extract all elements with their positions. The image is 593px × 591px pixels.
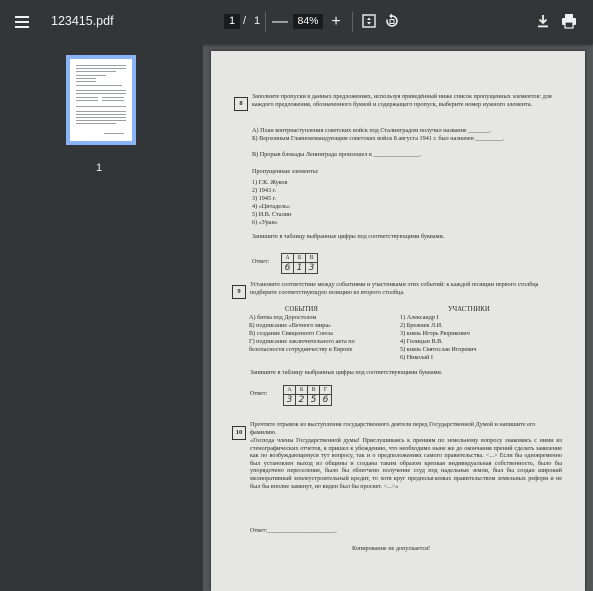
q8-answer-table: А Б В 6 1 3 [281,253,318,274]
file-name: 123415.pdf [51,14,114,28]
q10-answer-line: Ответ:______________________. [250,527,337,534]
q8-item: 2) 1943 г. [252,187,277,194]
answer-header: А [283,385,296,395]
page-separator: / [243,15,247,27]
q9-event: Б) подписание «Вечного мира» [249,322,332,329]
question-8-number: 8 [234,97,248,111]
zoom-input[interactable]: 84% [293,14,323,29]
participants-column-title: УЧАСТНИКИ [448,306,490,313]
question-10-prompt: Прочтите отрывок из выступления государс… [250,421,536,436]
answer-value: 1 [293,262,306,274]
document-viewer: 8 Заполните пропуски в данных предложени… [203,44,593,591]
menu-icon[interactable] [12,12,32,32]
q9-answer-table: А Б В Г 3 2 5 6 [283,385,332,406]
print-icon[interactable] [560,13,578,29]
answer-header: В [307,385,320,395]
q9-instruction: Запишите в таблицу выбранные цифры под с… [250,369,443,376]
zoom-in-button[interactable]: + [328,12,344,32]
current-page-input[interactable]: 1 [224,14,240,29]
q8-sentence-a: А) План контрнаступления советских войск… [252,127,492,134]
answer-header: Г [319,385,332,395]
q8-sentence-b: Б) Верховным Главнокомандующим советских… [252,135,505,142]
q9-participant: 4) Голицын В.В. [400,338,443,345]
q9-participant: 2) Брежнев Л.И. [400,322,443,329]
q8-item: 6) «Уран» [252,219,278,226]
q9-participant: 5) князь Святослав Игоревич [400,346,477,353]
rotate-icon[interactable] [384,13,400,29]
q8-item: 4) «Цитадель» [252,203,290,210]
q9-event: А) битва под Доростолом [249,314,317,321]
answer-value: 3 [305,262,318,274]
question-8-prompt: Заполните пропуски в данных предложениях… [252,93,552,108]
page-thumbnail[interactable] [66,55,136,145]
question-9-number: 9 [232,285,246,299]
q9-answer-label: Ответ: [250,390,268,397]
zoom-out-button[interactable]: — [271,12,289,32]
answer-value: 6 [281,262,294,274]
fit-page-icon[interactable] [362,14,376,28]
q8-item: 3) 1945 г. [252,195,277,202]
pdf-page: 8 Заполните пропуски в данных предложени… [211,51,585,591]
copy-warning: Копирование не допускается! [352,545,431,552]
answer-value: 3 [283,394,296,406]
toolbar-divider [265,12,266,32]
q8-item: 5) И.В. Сталин [252,211,292,218]
q9-participant: 3) князь Игорь Рюрикович [400,330,470,337]
pdf-toolbar: 123415.pdf 1 / 1 — 84% + [0,0,593,44]
q9-participant: 1) Александр I [400,314,439,321]
q8-item: 1) Г.К. Жуков [252,179,288,186]
q8-list-title: Пропущенные элементы: [252,168,319,175]
answer-header: А [281,253,294,263]
answer-value: 6 [319,394,332,406]
q8-answer-label: Ответ: [252,258,270,265]
answer-header: Б [295,385,308,395]
download-icon[interactable] [535,13,551,29]
q9-event: В) создание Священного Союза [249,330,333,337]
q8-instruction: Запишите в таблицу выбранные цифры под с… [252,233,445,240]
question-9-prompt: Установите соответствие между событиями … [250,281,539,296]
question-10-quote: «Господа члены Государственной думы! При… [250,437,562,490]
q9-participant: 6) Николай I [400,354,433,361]
answer-header: В [305,253,318,263]
q8-sentence-v: В) Прорыв блокады Ленинграда произошел в… [252,151,422,158]
total-pages: 1 [254,15,261,27]
q9-event: Г) подписание заключительного акта по бе… [249,338,355,353]
question-10-number: 10 [232,426,246,440]
answer-header: Б [293,253,306,263]
answer-value: 2 [295,394,308,406]
toolbar-divider [352,12,353,32]
thumbnail-page-number: 1 [96,162,103,174]
answer-value: 5 [307,394,320,406]
events-column-title: СОБЫТИЯ [285,306,318,313]
thumbnail-sidebar: 1 [0,44,203,591]
